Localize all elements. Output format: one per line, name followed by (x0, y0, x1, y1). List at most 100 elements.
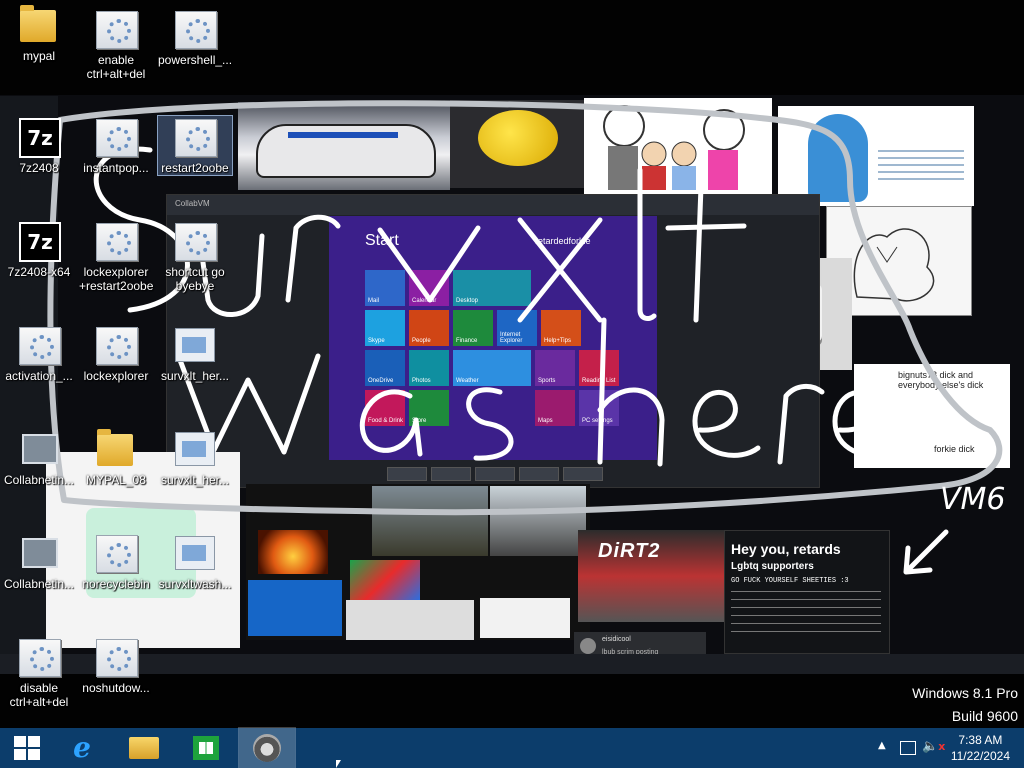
taskbar-internet-explorer[interactable]: e (54, 728, 110, 768)
desktop-icon-noshutdown[interactable]: noshutdow... (79, 636, 153, 695)
start-tile-label: People (412, 338, 431, 344)
start-tile-label: Photos (412, 378, 431, 384)
desktop-icon-collabnet2[interactable]: Collabnetin... (2, 532, 76, 591)
desktop-icon-label: restart2oobe (161, 161, 229, 175)
desktop-icon-label: disable ctrl+alt+del (9, 681, 69, 709)
desktop-icon-enable-cad[interactable]: enable ctrl+alt+del (79, 8, 153, 81)
start-tile-label: Reading List (582, 378, 616, 384)
desktop-icon-activation[interactable]: activation_... (2, 324, 76, 383)
script-gear-icon (95, 220, 138, 262)
desktop-icon-label: survxltwash... (158, 577, 232, 591)
desktop-icon-restart2oobe[interactable]: restart2oobe (157, 115, 233, 176)
desktop-icon-label: mypal (22, 49, 55, 63)
computer-icon (18, 428, 60, 470)
chat-subheading: Lgbtq supporters (731, 561, 814, 572)
avatar (580, 638, 596, 654)
desktop-icon-label: lockexplorer (83, 369, 149, 383)
start-tile: Photos (409, 350, 449, 386)
desktop-icon-7z2408x64[interactable]: 7z 7z2408-x64 (2, 220, 76, 279)
script-gear-icon (18, 636, 61, 678)
start-tile: PC settings (579, 390, 619, 426)
raccoon-app-icon (253, 734, 281, 762)
start-tile: Desktop (453, 270, 531, 306)
start-tile-label: Help+Tips (544, 338, 571, 344)
desktop-icon-label: powershell_... (158, 53, 233, 67)
desktop-icon-survxlt-her1[interactable]: survxlt_her... (158, 324, 232, 383)
start-button[interactable] (0, 728, 56, 768)
start-tile: Store (409, 390, 449, 426)
stick-drawing-image: bignuts78 dick and everybody else's dick… (854, 364, 1010, 468)
taskbar-clock[interactable]: 7:38 AM 11/22/2024 (951, 732, 1010, 764)
chat-heading: Hey you, retards (731, 541, 841, 557)
desktop-icon-collabnet1[interactable]: Collabnetin... (2, 428, 76, 487)
vm-button (431, 467, 471, 481)
desktop-icon-norecyclebin[interactable]: norecyclebin (79, 532, 153, 591)
desktop-icon-lockexplorer[interactable]: lockexplorer (79, 324, 153, 383)
bubble-username: eisidicool (602, 636, 631, 643)
yellow-blob (478, 110, 558, 166)
show-hidden-icons-chevron[interactable]: ▲ (878, 740, 886, 751)
start-tile: Calendar (409, 270, 449, 306)
start-tile-label: Maps (538, 418, 553, 424)
taskbar-raccoon-app[interactable] (238, 727, 296, 768)
start-tile: Food & Drink (365, 390, 405, 426)
watermark-build: Build 9600 (951, 708, 1018, 724)
clock-date: 11/22/2024 (950, 749, 1010, 763)
vm-button (387, 467, 427, 481)
car-banner-image (346, 600, 474, 640)
desktop-icon-label: survxlt_her... (160, 473, 230, 487)
desktop-icon-label: lockexplorer +restart2oobe (79, 265, 154, 293)
parrot-image (350, 560, 420, 600)
start-tile-label: Weather (456, 378, 479, 384)
desktop-icon-survxltwash[interactable]: survxltwash... (158, 532, 232, 591)
desktop-icon-label: enable ctrl+alt+del (86, 53, 146, 81)
browser-nav-bar: CollabVM (167, 195, 819, 215)
start-tile-label: Internet Explorer (500, 332, 523, 344)
shortcut-icon (174, 532, 216, 574)
taskbar-store[interactable] (178, 728, 234, 768)
network-icon[interactable] (900, 741, 916, 755)
yellow-blob-image (450, 100, 584, 188)
desktop-icon-shortcut-byebye[interactable]: shortcut go byebye (158, 220, 232, 293)
chat-screenshot: Hey you, retards Lgbtq supporters GO FUC… (724, 530, 890, 654)
start-tile-label: Store (412, 418, 427, 424)
internet-explorer-icon: e (73, 731, 91, 764)
desktop-icon-label: shortcut go byebye (165, 265, 225, 293)
watermark-edition: Windows 8.1 Pro (912, 685, 1018, 701)
chat-line: GO FUCK YOURSELF SHEETIES :3 (731, 577, 849, 585)
start-tile: Weather (453, 350, 531, 386)
desktop-icon-label: survxlt_her... (160, 369, 230, 383)
windows-logo-icon (14, 736, 40, 760)
file-explorer-icon (129, 737, 159, 759)
desktop-icon-mypal08[interactable]: MYPAL_08 (79, 428, 153, 487)
desktop-icon-label: noshutdow... (82, 681, 150, 695)
desktop-icon-powershell[interactable]: powershell_... (158, 8, 232, 67)
start-screen-user: retardedforkie (535, 236, 591, 246)
script-gear-icon (174, 220, 217, 262)
desktop-icon-label: 7z2408 (19, 161, 59, 175)
7zip-icon: 7z (18, 220, 61, 262)
start-tile-label: Calendar (412, 298, 437, 304)
vm-button (475, 467, 515, 481)
desktop-icon-label: MYPAL_08 (86, 473, 146, 487)
taskbar-file-explorer[interactable] (116, 728, 172, 768)
desktop-icon-disable-cad[interactable]: disable ctrl+alt+del (2, 636, 76, 709)
system-tray: ▲ 🔈x 7:38 AM 11/22/2024 (864, 728, 1024, 768)
script-gear-icon (95, 8, 138, 50)
start-tile-label: OneDrive (368, 378, 394, 384)
start-tile-label: Food & Drink (368, 418, 404, 424)
desktop-icon-7z2408[interactable]: 7z 7z2408 (2, 116, 76, 175)
volume-muted-icon[interactable]: 🔈x (922, 739, 945, 754)
script-gear-icon (174, 116, 217, 158)
folder-icon (18, 4, 60, 46)
desktop-icon-lockexplorer-restart[interactable]: lockexplorer +restart2oobe (79, 220, 153, 293)
desktop-icon-survxlt-her2[interactable]: survxlt_her... (158, 428, 232, 487)
jeep-image-2 (490, 486, 586, 556)
start-tile: OneDrive (365, 350, 405, 386)
dirt2-image: DiRT2 (578, 530, 724, 622)
shortcut-icon (174, 324, 216, 366)
desktop-icon-mypal[interactable]: mypal (2, 4, 76, 63)
desktop-icon-instantpop[interactable]: instantpop... (79, 116, 153, 175)
silver-car-image (480, 598, 570, 638)
desktop-icon-label: activation_... (5, 369, 73, 383)
